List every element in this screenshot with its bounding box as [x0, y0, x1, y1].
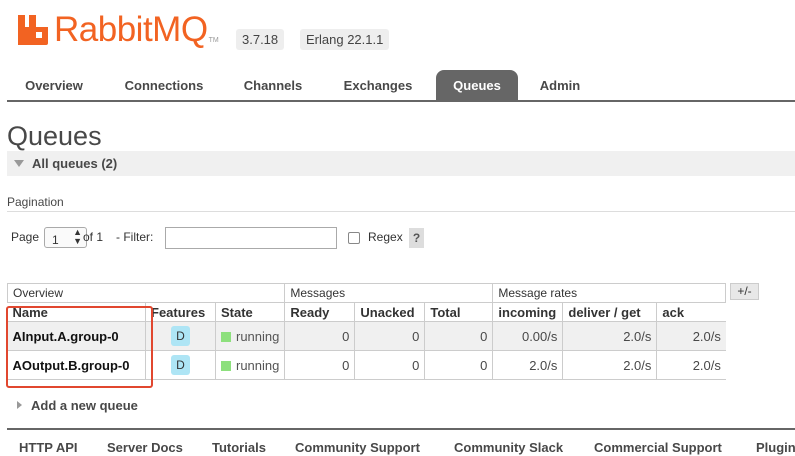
- pagination-heading: Pagination: [7, 195, 64, 209]
- collapse-triangle-icon: [14, 160, 24, 167]
- group-message-rates: Message rates: [492, 283, 727, 303]
- col-ack[interactable]: ack: [656, 302, 726, 322]
- footer-link-commercial-support[interactable]: Commercial Support: [594, 440, 722, 455]
- tab-queues[interactable]: Queues: [436, 70, 518, 102]
- page-title: Queues: [7, 121, 102, 151]
- deliver-rate: 2.0/s: [562, 350, 657, 380]
- regex-help-button[interactable]: ?: [409, 228, 424, 248]
- col-features[interactable]: Features: [145, 302, 216, 322]
- all-queues-label: All queues (2): [32, 156, 118, 171]
- incoming-rate: 2.0/s: [492, 350, 563, 380]
- tab-channels[interactable]: Channels: [233, 70, 313, 102]
- regex-label: Regex: [368, 230, 403, 244]
- durable-badge: D: [171, 355, 190, 375]
- unacked-count: 0: [354, 350, 425, 380]
- queue-state: running: [236, 357, 280, 373]
- regex-checkbox[interactable]: [348, 232, 360, 244]
- page-label: Page: [11, 230, 40, 244]
- group-messages: Messages: [284, 283, 494, 303]
- rabbitmq-logo[interactable]: RabbitMQ TM: [18, 10, 219, 49]
- col-ready[interactable]: Ready: [284, 302, 355, 322]
- running-status-icon: [221, 331, 231, 342]
- page-select[interactable]: 1 ▲ ▼: [44, 227, 87, 248]
- main-nav: Overview Connections Channels Exchanges …: [7, 70, 795, 102]
- footer-link-community-slack[interactable]: Community Slack: [454, 440, 563, 455]
- queue-name-link[interactable]: AOutput.B.group-0: [7, 350, 146, 380]
- ack-rate: 2.0/s: [656, 321, 726, 351]
- logo-text: RabbitMQ: [54, 10, 208, 49]
- tab-overview[interactable]: Overview: [7, 70, 101, 102]
- rabbitmq-logo-icon: [18, 15, 48, 45]
- logo-trademark: TM: [208, 37, 219, 44]
- add-queue-label: Add a new queue: [31, 398, 138, 413]
- version-badge: 3.7.18: [236, 29, 285, 50]
- add-new-queue-toggle[interactable]: Add a new queue: [17, 398, 138, 413]
- tab-admin[interactable]: Admin: [530, 70, 590, 102]
- filter-input[interactable]: [165, 227, 337, 249]
- page-of-label: of 1: [83, 230, 104, 244]
- running-status-icon: [221, 360, 231, 371]
- total-count: 0: [424, 350, 493, 380]
- ready-count: 0: [284, 321, 355, 351]
- ready-count: 0: [284, 350, 355, 380]
- all-queues-toggle[interactable]: All queues (2): [7, 151, 795, 176]
- col-total[interactable]: Total: [424, 302, 493, 322]
- erlang-version-badge: Erlang 22.1.1: [300, 29, 390, 50]
- incoming-rate: 0.00/s: [492, 321, 563, 351]
- footer: HTTP API Server Docs Tutorials Community…: [7, 428, 795, 456]
- total-count: 0: [424, 321, 493, 351]
- durable-badge: D: [171, 326, 190, 346]
- footer-link-community-support[interactable]: Community Support: [295, 440, 420, 455]
- col-deliver-get[interactable]: deliver / get: [562, 302, 657, 322]
- col-state[interactable]: State: [214, 302, 285, 322]
- footer-link-http-api[interactable]: HTTP API: [19, 440, 78, 455]
- footer-link-tutorials[interactable]: Tutorials: [212, 440, 266, 455]
- footer-link-server-docs[interactable]: Server Docs: [107, 440, 183, 455]
- group-overview: Overview: [6, 283, 286, 303]
- table-row[interactable]: AOutput.B.group-0 D running 0 0 0 2.0/s …: [7, 350, 726, 380]
- tab-connections[interactable]: Connections: [113, 70, 215, 102]
- filter-label: - Filter:: [116, 230, 154, 244]
- expand-triangle-icon: [17, 401, 22, 409]
- select-arrows-icon: ▲ ▼: [73, 227, 82, 246]
- queues-table: Overview Messages Message rates Name Fea…: [6, 283, 727, 380]
- col-unacked[interactable]: Unacked: [354, 302, 425, 322]
- queue-state: running: [236, 328, 280, 344]
- footer-link-plugins[interactable]: Plugins: [756, 440, 795, 455]
- pagination-divider: [7, 211, 795, 212]
- ack-rate: 2.0/s: [656, 350, 726, 380]
- col-name[interactable]: Name: [7, 302, 146, 322]
- col-incoming[interactable]: incoming: [492, 302, 563, 322]
- unacked-count: 0: [354, 321, 425, 351]
- queue-name-link[interactable]: AInput.A.group-0: [7, 321, 146, 351]
- toggle-columns-button[interactable]: +/-: [730, 283, 759, 300]
- table-row[interactable]: AInput.A.group-0 D running 0 0 0 0.00/s …: [7, 321, 726, 351]
- deliver-rate: 2.0/s: [562, 321, 657, 351]
- tab-exchanges[interactable]: Exchanges: [333, 70, 423, 102]
